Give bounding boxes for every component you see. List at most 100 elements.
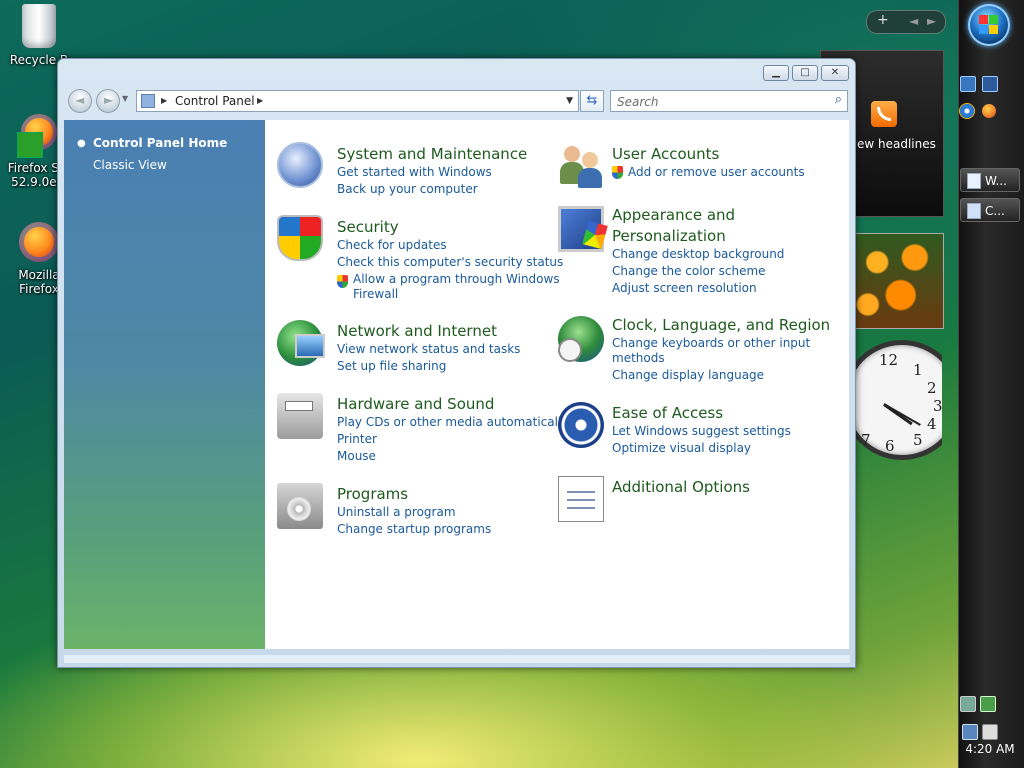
firefox-icon	[19, 222, 59, 262]
additional-options-icon[interactable]	[558, 476, 604, 522]
slideshow-gadget[interactable]	[848, 233, 944, 329]
link-printer[interactable]: Printer	[337, 432, 377, 446]
recycle-bin-icon	[22, 4, 56, 48]
next-gadget-icon[interactable]: ►	[927, 14, 936, 28]
refresh-icon: ⇆	[586, 93, 598, 108]
maximize-button[interactable]: □	[792, 65, 818, 81]
taskbar-button-label: W...	[985, 174, 1007, 188]
address-bar[interactable]: ▶ Control Panel ▶ ▼	[136, 90, 579, 112]
add-gadget-icon[interactable]: +	[877, 12, 889, 28]
link-desktop-background[interactable]: Change desktop background	[612, 247, 784, 261]
safely-remove-hardware-icon[interactable]	[960, 696, 976, 712]
refresh-button[interactable]: ⇆	[580, 90, 604, 112]
firefox-quicklaunch-icon[interactable]	[982, 104, 996, 118]
category-title[interactable]: Programs	[337, 485, 408, 503]
minimize-button[interactable]: ▁	[763, 65, 789, 81]
taskbar-button-label: C...	[985, 204, 1005, 218]
category-title[interactable]: Ease of Access	[612, 404, 723, 422]
forward-button[interactable]: ►	[96, 89, 120, 113]
link-file-sharing[interactable]: Set up file sharing	[337, 359, 446, 373]
window-controls: ▁ □ ✕	[763, 65, 849, 81]
clock-dial: 12 1 2 3 4 5 6 7	[842, 340, 942, 460]
link-check-updates[interactable]: Check for updates	[337, 238, 447, 252]
recent-pages-dropdown[interactable]: ▼	[122, 94, 128, 103]
back-arrow-icon: ◄	[75, 93, 85, 107]
window-bottom-edge	[64, 655, 850, 663]
network-tray-icon[interactable]	[962, 724, 978, 740]
search-box: ⌕	[610, 90, 848, 112]
link-optimize-display[interactable]: Optimize visual display	[612, 441, 751, 455]
category-title[interactable]: Clock, Language, and Region	[612, 316, 830, 334]
link-network-status[interactable]: View network status and tasks	[337, 342, 520, 356]
link-change-keyboards-cont[interactable]: methods	[612, 351, 665, 365]
link-uninstall[interactable]: Uninstall a program	[337, 505, 456, 519]
windows-update-icon[interactable]	[980, 696, 996, 712]
taskbar-button-c[interactable]: C...	[960, 198, 1020, 222]
breadcrumb-separator-icon[interactable]: ▶	[257, 91, 263, 111]
search-icon[interactable]: ⌕	[835, 92, 842, 107]
address-dropdown-icon[interactable]: ▼	[566, 91, 573, 111]
category-title[interactable]: Additional Options	[612, 478, 750, 496]
category-title[interactable]: Hardware and Sound	[337, 395, 494, 413]
category-title[interactable]: System and Maintenance	[337, 145, 527, 163]
ease-of-access-icon[interactable]	[558, 402, 604, 448]
category-title-line1[interactable]: Appearance and	[612, 206, 735, 224]
control-panel-window: ▁ □ ✕ ◄ ► ▼ ▶ Control Panel ▶ ▼ ⇆ ⌕ ● Co…	[57, 58, 856, 668]
link-startup-programs[interactable]: Change startup programs	[337, 522, 491, 536]
network-globe-icon[interactable]	[277, 320, 325, 366]
printer-icon[interactable]	[277, 393, 323, 439]
programs-disc-icon[interactable]	[277, 483, 323, 529]
volume-muted-icon[interactable]	[982, 724, 998, 740]
link-add-remove-accounts[interactable]: Add or remove user accounts	[628, 165, 805, 179]
windows-logo-icon	[979, 15, 999, 35]
uac-shield-icon	[337, 275, 348, 288]
breadcrumb-control-panel[interactable]: Control Panel	[175, 91, 255, 111]
rss-icon	[871, 101, 897, 127]
start-button[interactable]	[968, 4, 1010, 46]
users-icon[interactable]	[558, 142, 604, 188]
back-button[interactable]: ◄	[68, 89, 92, 113]
link-color-scheme[interactable]: Change the color scheme	[612, 264, 766, 278]
category-title[interactable]: User Accounts	[612, 145, 719, 163]
link-screen-resolution[interactable]: Adjust screen resolution	[612, 281, 757, 295]
clock-globe-icon[interactable]	[558, 316, 604, 362]
classic-view-link[interactable]: Classic View	[93, 158, 167, 172]
security-shield-icon[interactable]	[277, 215, 323, 261]
previous-gadget-icon[interactable]: ◄	[909, 14, 918, 28]
link-allow-program[interactable]: Allow a program through Windows	[353, 272, 560, 286]
category-title-line2[interactable]: Personalization	[612, 227, 726, 245]
link-change-keyboards[interactable]: Change keyboards or other input	[612, 336, 810, 350]
taskbar-button-w[interactable]: W...	[960, 168, 1020, 192]
control-panel-icon	[967, 203, 981, 219]
close-button[interactable]: ✕	[821, 65, 849, 81]
appearance-icon[interactable]	[558, 206, 604, 252]
link-back-up[interactable]: Back up your computer	[337, 182, 478, 196]
breadcrumb-separator-icon[interactable]: ▶	[161, 91, 167, 111]
maximize-icon: □	[800, 67, 810, 78]
category-title[interactable]: Network and Internet	[337, 322, 497, 340]
minimize-icon: ▁	[772, 67, 780, 78]
link-suggest-settings[interactable]: Let Windows suggest settings	[612, 424, 791, 438]
link-play-cds[interactable]: Play CDs or other media automatically	[337, 415, 568, 429]
link-get-started[interactable]: Get started with Windows	[337, 165, 492, 179]
link-allow-program-cont[interactable]: Firewall	[353, 287, 398, 301]
gadget-controls: + ◄ ►	[866, 10, 946, 34]
link-check-security[interactable]: Check this computer's security status	[337, 255, 563, 269]
switch-windows-icon[interactable]	[982, 76, 998, 92]
selected-bullet-icon: ●	[77, 138, 86, 149]
search-input[interactable]	[615, 92, 819, 112]
link-display-language[interactable]: Change display language	[612, 368, 764, 382]
internet-explorer-icon[interactable]	[960, 104, 974, 118]
system-clock[interactable]: 4:20 AM	[962, 742, 1018, 756]
category-title[interactable]: Security	[337, 218, 399, 236]
firefox-setup-icon	[17, 114, 57, 158]
clock-gadget[interactable]: 12 1 2 3 4 5 6 7	[842, 340, 942, 460]
forward-arrow-icon: ►	[104, 93, 114, 107]
navigation-bar: ◄ ► ▼ ▶ Control Panel ▶ ▼ ⇆ ⌕	[66, 87, 848, 115]
show-desktop-icon[interactable]	[960, 76, 976, 92]
link-mouse[interactable]: Mouse	[337, 449, 376, 463]
document-icon	[967, 173, 981, 189]
system-maintenance-icon[interactable]	[277, 142, 323, 188]
control-panel-home-link[interactable]: Control Panel Home	[93, 136, 227, 150]
category-view: System and Maintenance Get started with …	[265, 120, 849, 649]
